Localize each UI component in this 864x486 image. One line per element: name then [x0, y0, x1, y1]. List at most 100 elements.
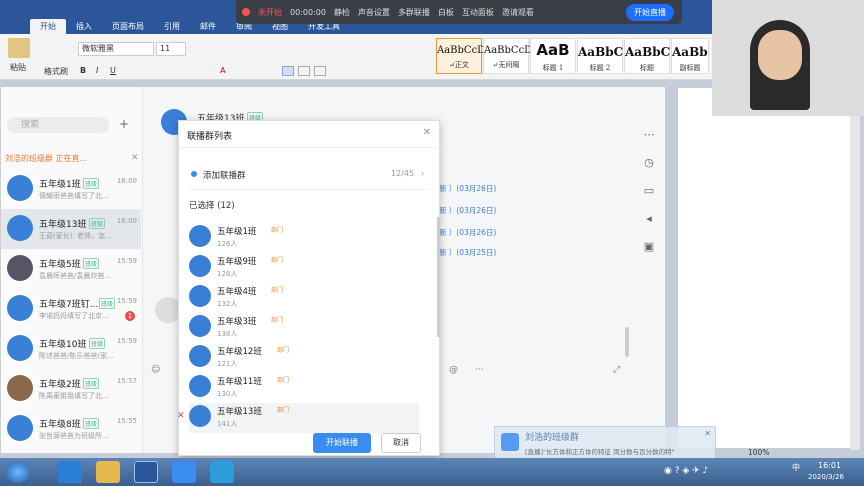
style-name: 副标题	[679, 64, 701, 72]
font-size-select[interactable]: 11	[156, 42, 186, 56]
dept-tag: 部门	[277, 347, 290, 354]
add-group-button[interactable]: 添加联播群	[203, 169, 246, 181]
toolbar-item[interactable]: 静检	[334, 7, 350, 18]
format-painter-button[interactable]: 格式刷	[44, 66, 68, 77]
toolbar-item[interactable]: 白板	[438, 7, 454, 18]
chat-more-icon[interactable]: ⋯	[639, 121, 659, 149]
chat-item[interactable]: 五年级2班 班级 15:57 陈禹豪姐姐填写了北...	[1, 369, 141, 409]
style-subtitle[interactable]: AaBbC 副标题	[671, 38, 709, 74]
group-row[interactable]: 五年级1班 部门 126人	[189, 223, 419, 253]
start-broadcast-button[interactable]: 开始联播	[313, 433, 371, 453]
font-color-button[interactable]: A	[220, 66, 225, 75]
ribbon-tab[interactable]: 引用	[154, 19, 190, 34]
search-input[interactable]: 搜索	[7, 117, 109, 133]
style-title[interactable]: AaBbC 标题	[624, 38, 670, 74]
group-count: 12/45	[391, 169, 415, 178]
chat-item[interactable]: 五年级1班 班级 16:00 佩耀雨爸爸填写了北...	[1, 169, 141, 209]
bold-button[interactable]: B	[80, 66, 86, 75]
notification-toast[interactable]: 刘浩的班级群 [直播]"长方体和正方体的特征 両分数与百分数的特" ✕	[494, 426, 716, 460]
chat-item[interactable]: 五年级7班钉... 班级 15:59 李诺妈妈填写了北京... 1	[1, 289, 141, 329]
ie-icon[interactable]	[58, 461, 82, 483]
chat-date: 新 ）(03月26日)	[439, 228, 497, 237]
font-name-select[interactable]: 微软雅黑	[78, 42, 154, 56]
group-row[interactable]: 五年级13班 部门 141人	[189, 403, 419, 433]
chat-date: 新 ）(03月25日)	[439, 248, 497, 257]
group-row[interactable]: 五年级11班 部门 130人	[189, 373, 419, 403]
expand-icon[interactable]: ⤢	[613, 365, 620, 375]
add-icon[interactable]: +	[119, 117, 129, 131]
ribbon-tab[interactable]: 插入	[66, 19, 102, 34]
align-left-button[interactable]	[282, 66, 294, 76]
zoom-level[interactable]: 100%	[748, 448, 769, 457]
member-count: 130人	[217, 390, 238, 398]
group-row[interactable]: 五年级9班 部门 128人	[189, 253, 419, 283]
document-page[interactable]	[678, 88, 856, 448]
ribbon-tab[interactable]: 邮件	[190, 19, 226, 34]
chat-preview: 陈禹豪姐姐填写了北...	[39, 392, 109, 400]
calendar-icon[interactable]: ▣	[639, 233, 659, 261]
clock-time[interactable]: 16:01	[818, 461, 841, 470]
chat-item[interactable]: 五年级13班 班级 16:00 王茹(家长): 老师，怎...	[1, 209, 141, 249]
chat-item[interactable]: 五年级5班 班级 15:59 袁晨晖爸爸/袁晨欣爸...	[1, 249, 141, 289]
style-sample: AaBbC	[672, 45, 708, 59]
underline-button[interactable]: U	[110, 66, 116, 75]
live-app-icon[interactable]	[210, 461, 234, 483]
start-button-icon[interactable]	[6, 461, 30, 483]
group-name: 五年级12班	[217, 347, 262, 357]
chevron-right-icon[interactable]: ›	[421, 169, 424, 178]
webcam-overlay	[712, 0, 864, 116]
paste-label[interactable]: 粘贴	[10, 62, 26, 73]
italic-button[interactable]: I	[96, 66, 98, 75]
chat-item[interactable]: 五年级10班 班级 15:59 陈述爸爸/陈乐爸爸(家...	[1, 329, 141, 369]
tray-icons[interactable]: ◉ ? ◈ ✈ ♪	[664, 466, 708, 476]
ime-indicator[interactable]: 中	[792, 462, 800, 473]
at-icon[interactable]: @	[449, 365, 458, 375]
ribbon-tab[interactable]: 页面布局	[102, 19, 154, 34]
remove-icon[interactable]: ✕	[177, 411, 185, 421]
chat-time: 16:00	[116, 177, 137, 185]
toolbar-item[interactable]: 声音设置	[358, 7, 390, 18]
align-center-button[interactable]	[298, 66, 310, 76]
group-row[interactable]: 五年级3班 部门 138人	[189, 313, 419, 343]
toolbar-item[interactable]: 邀请观看	[502, 7, 534, 18]
explorer-icon[interactable]	[96, 461, 120, 483]
chat-item[interactable]: 五年级8班 班级 15:55 张哲源爸爸为班级所...	[1, 409, 141, 449]
divider	[179, 147, 441, 148]
clock-date[interactable]: 2020/3/26	[808, 473, 844, 481]
word-icon[interactable]	[134, 461, 158, 483]
dept-tag: 部门	[271, 317, 284, 324]
chat-scrollbar[interactable]	[625, 327, 629, 357]
record-icon	[242, 8, 250, 16]
paste-icon[interactable]	[8, 38, 30, 58]
chat-name: 五年级8班	[39, 420, 81, 430]
megaphone-icon[interactable]: ◂	[639, 205, 659, 233]
align-right-button[interactable]	[314, 66, 326, 76]
banner-close-icon[interactable]: ✕	[131, 153, 139, 163]
style-normal[interactable]: AaBbCcD ↵正文	[436, 38, 485, 74]
folder-icon[interactable]: ▭	[639, 177, 659, 205]
class-tag: 班级	[83, 258, 100, 269]
clock-icon[interactable]: ◷	[639, 149, 659, 177]
style-heading-1[interactable]: AaB 标题 1	[530, 38, 576, 74]
toolbar-item[interactable]: 多群联播	[398, 7, 430, 18]
modal-close-icon[interactable]: ✕	[423, 127, 431, 138]
start-live-button[interactable]: 开始直播	[626, 3, 674, 21]
more-icon[interactable]: ···	[475, 365, 484, 375]
cancel-button[interactable]: 取消	[381, 433, 421, 453]
group-row[interactable]: 五年级12班 部门 121人	[189, 343, 419, 373]
toolbar-item[interactable]: 互动面板	[462, 7, 494, 18]
chat-date: 新 ）(03月26日)	[439, 206, 497, 215]
dingtalk-taskbar-icon[interactable]	[172, 461, 196, 483]
modal-scrollbar[interactable]	[437, 217, 440, 337]
ribbon-tab[interactable]: 开始	[30, 19, 66, 34]
group-avatar	[7, 215, 33, 241]
vertical-scrollbar[interactable]	[850, 90, 860, 450]
style-heading-2[interactable]: AaBbC 标题 2	[577, 38, 623, 74]
notification-close-icon[interactable]: ✕	[704, 429, 711, 438]
group-avatar	[189, 315, 211, 337]
style-no-spacing[interactable]: AaBbCcD ↵无间隔	[483, 38, 532, 74]
live-banner[interactable]: 刘浩的班级群 正在直...	[5, 153, 87, 164]
group-row[interactable]: 五年级4班 部门 132人	[189, 283, 419, 313]
emoji-icon[interactable]: ☺	[151, 365, 160, 375]
style-name: ↵正文	[449, 61, 469, 69]
